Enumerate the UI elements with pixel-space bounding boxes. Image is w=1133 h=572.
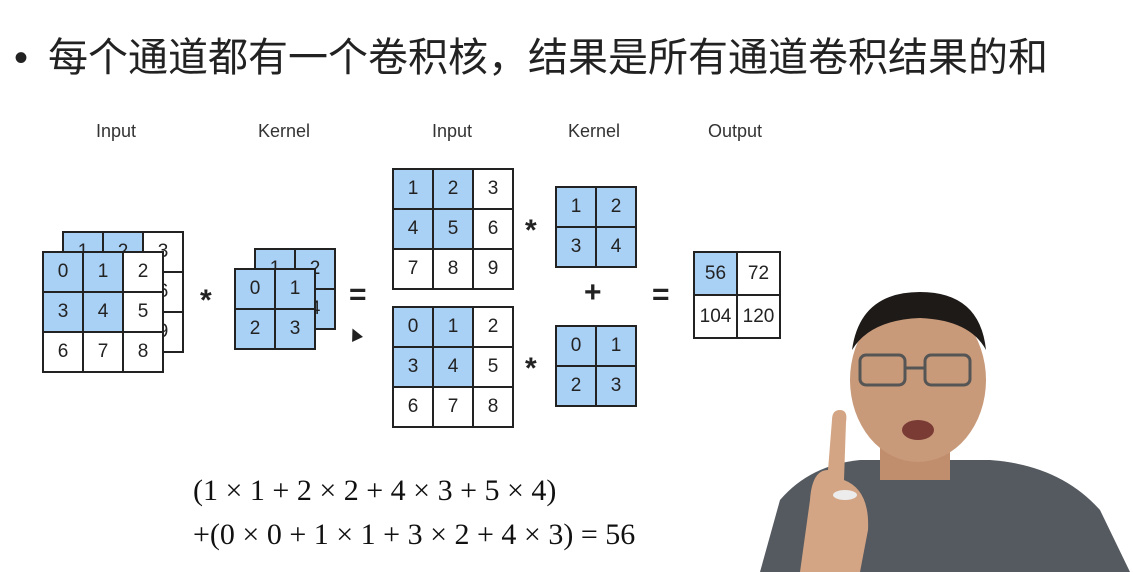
input-front-grid: 012345678 <box>42 251 164 373</box>
equation-line-2: +(0 × 0 + 1 × 1 + 3 × 2 + 4 × 3) = 56 <box>193 518 636 551</box>
label-output: Output <box>708 121 763 141</box>
multiply-operator-top: * <box>525 214 537 247</box>
matrix-cell: 3 <box>276 310 316 350</box>
matrix-cell: 5 <box>434 210 474 250</box>
matrix-cell: 7 <box>434 388 474 428</box>
matrix-cell: 9 <box>474 250 514 290</box>
matrix-cell: 3 <box>474 170 514 210</box>
matrix-cell: 1 <box>394 170 434 210</box>
label-kernel-mid: Kernel <box>568 121 621 141</box>
matrix-cell: 2 <box>474 308 514 348</box>
matrix-cell: 7 <box>394 250 434 290</box>
equals-operator-right: = <box>652 278 670 311</box>
kernel-bottom-grid: 0123 <box>555 325 637 407</box>
matrix-cell: 6 <box>394 388 434 428</box>
multiply-operator-bottom: * <box>525 352 537 385</box>
equals-operator-left: = <box>349 278 367 311</box>
input-bottom-grid: 012345678 <box>392 306 514 428</box>
matrix-cell: 2 <box>434 170 474 210</box>
plus-operator: + <box>584 276 602 309</box>
matrix-cell: 1 <box>557 188 597 228</box>
matrix-cell: 1 <box>597 327 637 367</box>
slide-title: 每个通道都有一个卷积核，结果是所有通道卷积结果的和 <box>48 35 1048 81</box>
matrix-cell: 3 <box>44 293 84 333</box>
input-top-grid: 123456789 <box>392 168 514 290</box>
matrix-cell: 4 <box>597 228 637 268</box>
matrix-cell: 1 <box>84 253 124 293</box>
matrix-cell: 5 <box>124 293 164 333</box>
matrix-cell: 2 <box>557 367 597 407</box>
matrix-cell: 7 <box>84 333 124 373</box>
label-kernel-left: Kernel <box>258 121 311 141</box>
matrix-cell: 3 <box>597 367 637 407</box>
matrix-cell: 6 <box>474 210 514 250</box>
multiply-operator-left: * <box>200 284 212 317</box>
matrix-cell: 1 <box>276 270 316 310</box>
matrix-cell: 2 <box>236 310 276 350</box>
matrix-cell: 104 <box>695 296 738 339</box>
bullet: • <box>14 36 29 80</box>
kernel-front-grid: 0123 <box>234 268 316 350</box>
kernel-top-grid: 1234 <box>555 186 637 268</box>
matrix-cell: 2 <box>597 188 637 228</box>
matrix-cell: 4 <box>84 293 124 333</box>
label-input-mid: Input <box>432 121 473 141</box>
matrix-cell: 4 <box>394 210 434 250</box>
matrix-cell: 1 <box>434 308 474 348</box>
label-input-left: Input <box>96 121 137 141</box>
matrix-cell: 8 <box>474 388 514 428</box>
matrix-cell: 0 <box>44 253 84 293</box>
matrix-cell: 8 <box>124 333 164 373</box>
matrix-cell: 0 <box>394 308 434 348</box>
matrix-cell: 2 <box>124 253 164 293</box>
matrix-cell: 0 <box>236 270 276 310</box>
matrix-cell: 6 <box>44 333 84 373</box>
matrix-cell: 3 <box>557 228 597 268</box>
matrix-cell: 8 <box>434 250 474 290</box>
matrix-cell: 5 <box>474 348 514 388</box>
matrix-cell: 3 <box>394 348 434 388</box>
matrix-cell: 0 <box>557 327 597 367</box>
presenter-photo <box>760 292 1130 572</box>
matrix-cell: 56 <box>695 253 738 296</box>
matrix-cell: 4 <box>434 348 474 388</box>
equation-line-1: (1 × 1 + 2 × 2 + 4 × 3 + 5 × 4) <box>193 474 557 507</box>
